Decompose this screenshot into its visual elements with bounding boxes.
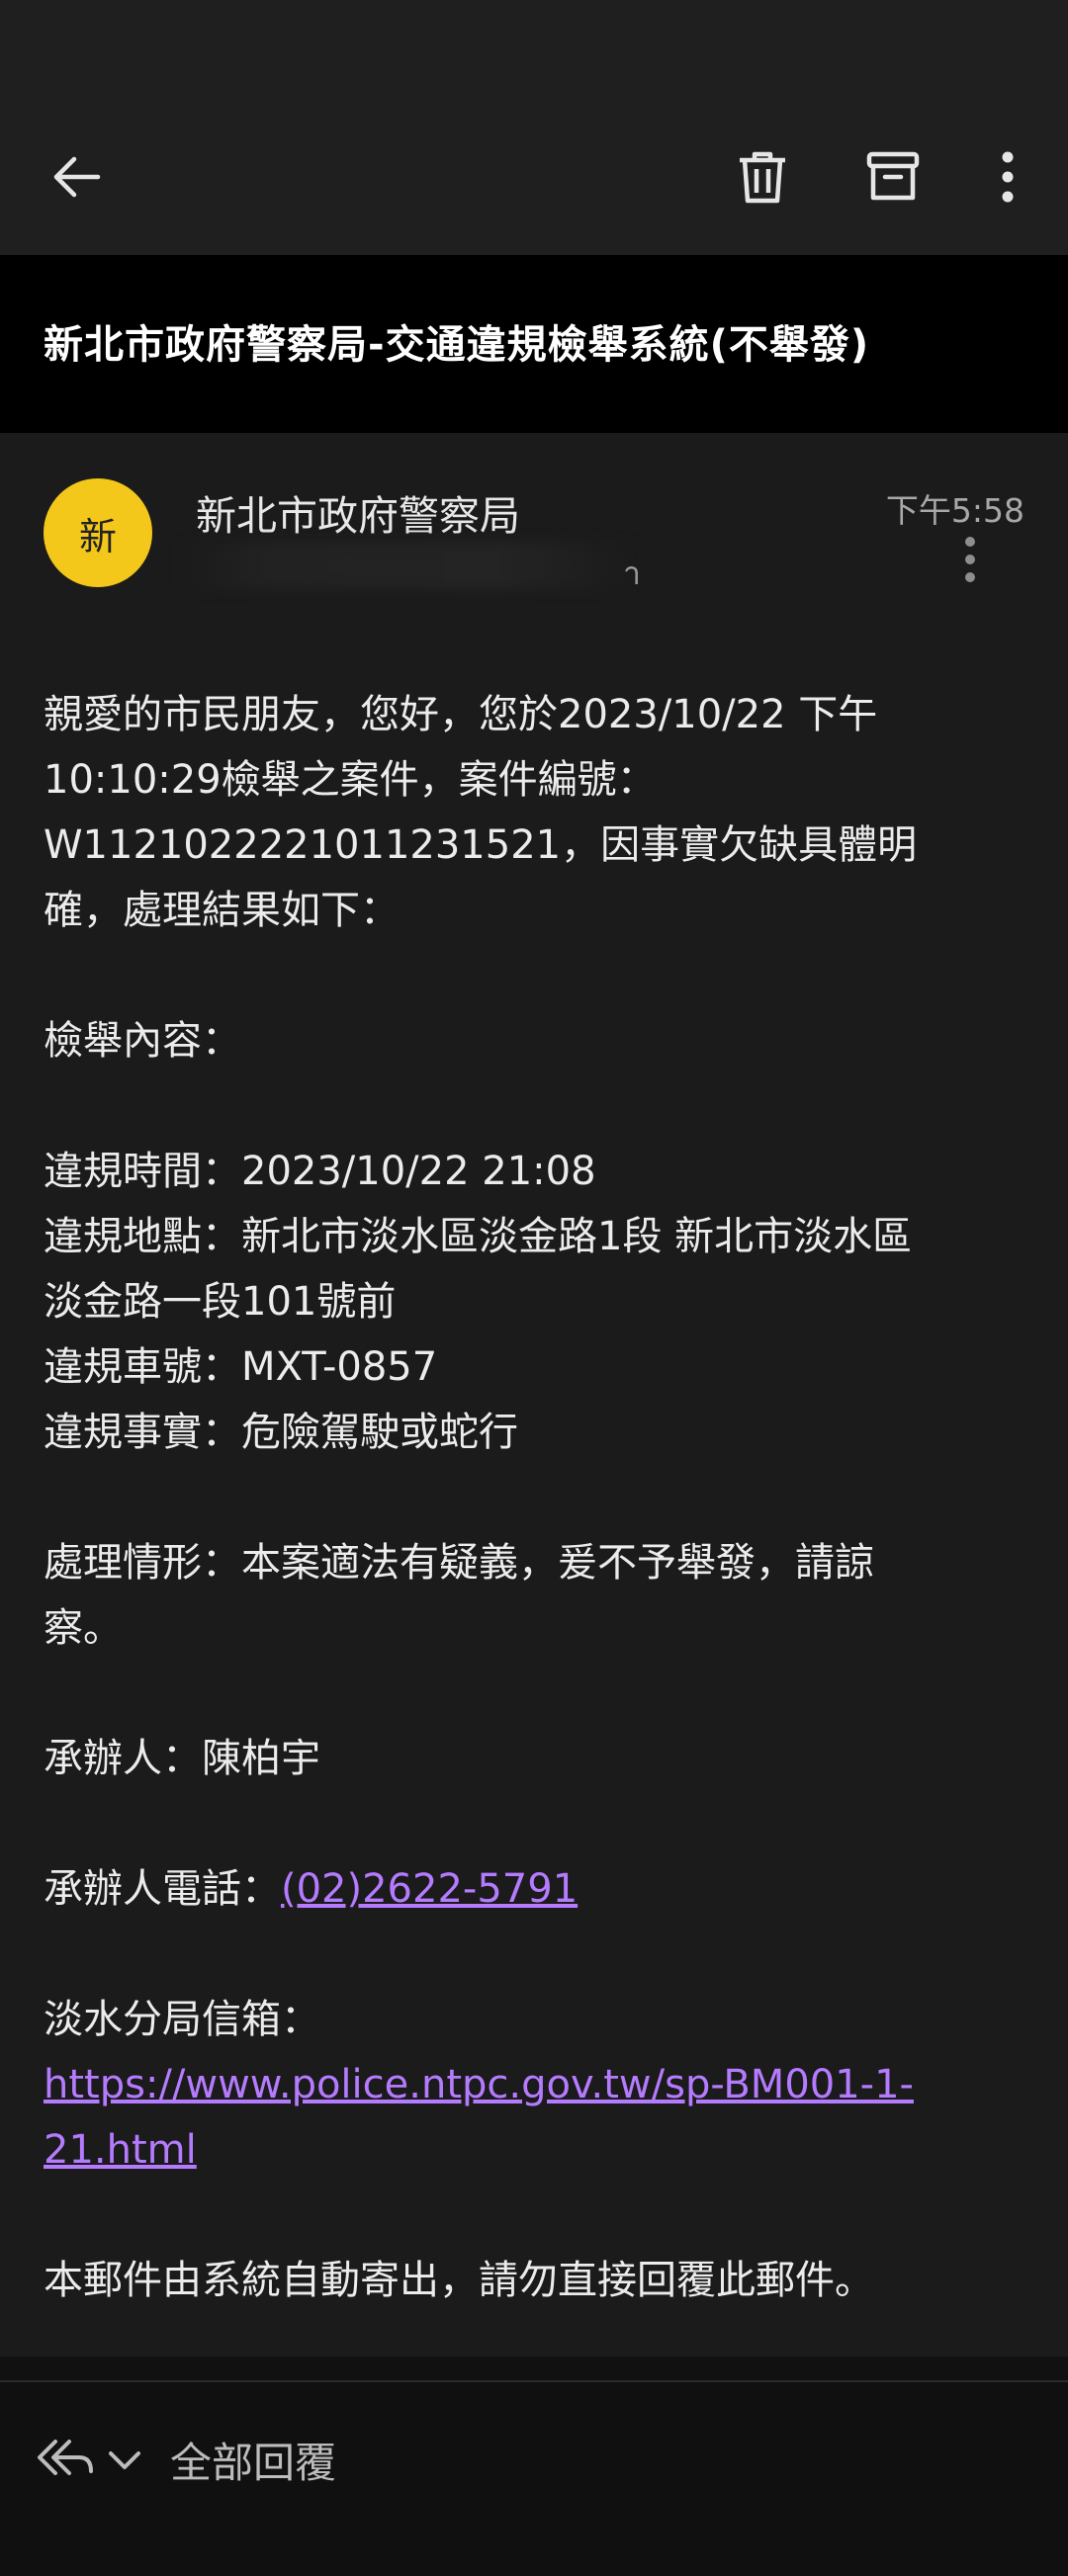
body-line: 親愛的市民朋友，您好，您於2023/10/22 下午 — [44, 692, 878, 737]
trash-icon — [740, 151, 785, 204]
archive-icon — [866, 151, 920, 201]
archive-button[interactable] — [848, 132, 937, 221]
officer-phone-link[interactable]: (02)2622-5791 — [281, 1866, 578, 1912]
bottom-action-bar — [0, 2380, 1068, 2576]
handling-status-cont: 察。 — [44, 1605, 123, 1651]
more-vertical-icon — [965, 537, 975, 582]
mailbox-link-line: 21.html — [44, 2117, 1032, 2183]
top-app-bar — [0, 109, 1068, 255]
mailbox-label: 淡水分局信箱： — [44, 1997, 320, 2042]
sender-avatar[interactable]: 新 — [44, 478, 152, 587]
body-line: W1121022221011231521，因事實欠缺具體明 — [44, 822, 918, 868]
more-vertical-icon — [1002, 151, 1014, 203]
email-subject: 新北市政府警察局-交通違規檢舉系統(不舉發) — [44, 322, 870, 368]
sender-name[interactable]: 新北市政府警察局 — [196, 482, 520, 542]
officer-name: 承辦人：陳柏宇 — [44, 1736, 320, 1781]
delete-button[interactable] — [718, 132, 807, 221]
body-line: 確，處理結果如下： — [44, 888, 400, 933]
officer-phone-line: 承辦人電話：(02)2622-5791 — [44, 1856, 1032, 1922]
violation-time: 違規時間：2023/10/22 21:08 — [44, 1149, 596, 1194]
status-bar — [0, 0, 1068, 109]
violation-plate: 違規車號：MXT-0857 — [44, 1344, 438, 1390]
body-line: 10:10:29檢舉之案件，案件編號： — [44, 757, 657, 803]
email-body: 親愛的市民朋友，您好，您於2023/10/22 下午 10:10:29檢舉之案件… — [44, 682, 1032, 2313]
handling-status: 處理情形：本案適法有疑義，爰不予舉發，請諒 — [44, 1540, 874, 1586]
sender-email-fragment: า — [623, 555, 641, 592]
body-line: 檢舉內容： — [44, 1018, 241, 1064]
violation-location-cont: 淡金路一段101號前 — [44, 1279, 397, 1325]
reply-options-button[interactable] — [105, 2446, 144, 2475]
officer-phone-label: 承辦人電話： — [44, 1866, 281, 1912]
reply-all-icon — [38, 2440, 93, 2475]
avatar-letter: 新 — [78, 514, 117, 558]
message-more-button[interactable] — [952, 534, 988, 585]
mailbox-link[interactable]: https://www.police.ntpc.gov.tw/sp-BM001-… — [44, 2062, 914, 2107]
divider — [0, 2357, 1068, 2380]
mailbox-link[interactable]: 21.html — [44, 2127, 197, 2173]
reply-all-label[interactable]: 全部回覆 — [170, 2430, 336, 2490]
mailbox-link-line: https://www.police.ntpc.gov.tw/sp-BM001-… — [44, 2052, 1032, 2117]
violation-location: 違規地點：新北市淡水區淡金路1段 新北市淡水區 — [44, 1214, 913, 1259]
arrow-left-icon — [53, 156, 101, 198]
violation-fact: 違規事實：危險駕駛或蛇行 — [44, 1410, 518, 1455]
sender-email-redacted — [176, 542, 641, 589]
reply-all-button[interactable] — [36, 2434, 95, 2481]
auto-send-notice: 本郵件由系統自動寄出，請勿直接回覆此郵件。 — [44, 2258, 874, 2303]
chevron-down-icon — [109, 2451, 140, 2469]
back-button[interactable] — [32, 132, 121, 221]
email-time: 下午5:58 — [885, 491, 1024, 530]
more-options-button[interactable] — [963, 132, 1052, 221]
